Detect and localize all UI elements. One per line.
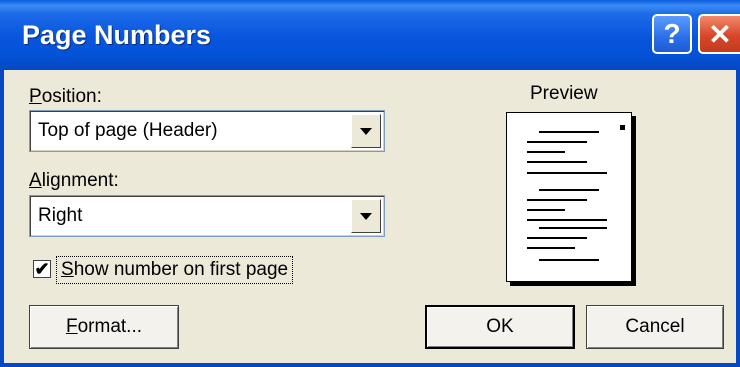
dialog-title: Page Numbers [22, 20, 212, 50]
window-border-right [736, 70, 740, 367]
ok-button[interactable]: OK [425, 305, 575, 349]
preview-line [527, 151, 565, 153]
close-button[interactable]: ✕ [698, 14, 740, 54]
preview-line [527, 209, 565, 211]
preview-page [506, 112, 632, 282]
preview-line [527, 172, 607, 174]
format-button[interactable]: Format... [29, 305, 179, 349]
preview-line [527, 161, 587, 163]
preview-line [539, 131, 599, 133]
alignment-dropdown[interactable]: Right [29, 195, 385, 237]
first-page-checkbox-label[interactable]: Show number on first page [56, 256, 294, 284]
alignment-value: Right [38, 205, 83, 226]
help-icon: ? [663, 18, 681, 49]
cancel-button[interactable]: Cancel [586, 305, 724, 349]
chevron-down-icon[interactable] [351, 114, 381, 148]
preview-line [527, 199, 587, 201]
title-bar[interactable]: Page Numbers ? ✕ [0, 0, 740, 70]
preview-page-number-mark [620, 125, 625, 130]
preview-line [539, 227, 607, 229]
position-value: Top of page (Header) [38, 120, 218, 141]
preview-line [539, 189, 599, 191]
preview-line [527, 141, 587, 143]
window-border-bottom [0, 363, 740, 367]
close-icon: ✕ [708, 18, 732, 50]
preview-line [539, 259, 599, 261]
preview-line [527, 219, 607, 221]
preview-line [527, 247, 575, 249]
window-border-left [0, 70, 4, 367]
help-button[interactable]: ? [652, 14, 692, 54]
alignment-label: Alignment: [29, 170, 119, 191]
position-label: Position: [29, 86, 102, 107]
page-numbers-dialog: Page Numbers ? ✕ Position: Top of page (… [0, 0, 740, 367]
position-dropdown[interactable]: Top of page (Header) [29, 110, 385, 152]
checkmark-icon: ✔ [34, 259, 50, 279]
preview-label: Preview [530, 83, 598, 104]
chevron-down-icon[interactable] [351, 199, 381, 233]
preview-line [527, 237, 587, 239]
first-page-checkbox[interactable]: ✔ [33, 260, 51, 278]
